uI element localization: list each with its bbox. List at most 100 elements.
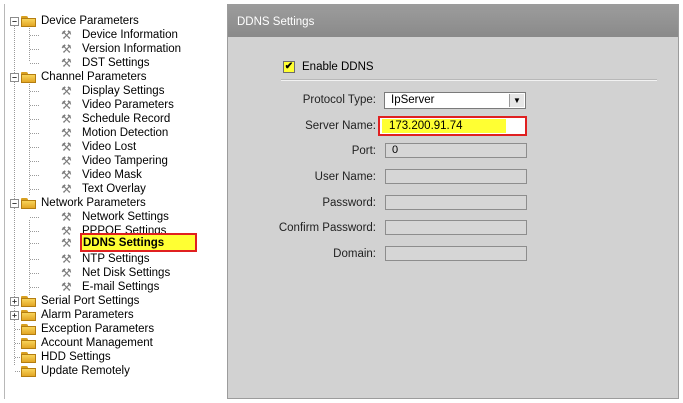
tree-item-motion-detection[interactable]: ⚒ Motion Detection — [5, 126, 215, 140]
tree-item-schedule-record[interactable]: ⚒ Schedule Record — [5, 112, 215, 126]
tree-label: Video Parameters — [82, 99, 174, 111]
tree-item-dst-settings[interactable]: ⚒ DST Settings — [5, 56, 215, 70]
tree-item-net-disk-settings[interactable]: ⚒ Net Disk Settings — [5, 266, 215, 280]
tree-item-ddns-settings[interactable]: ⚒ DDNS Settings — [5, 236, 215, 250]
tree-item-display-settings[interactable]: ⚒ Display Settings — [5, 84, 215, 98]
panel-title: DDNS Settings — [237, 16, 315, 28]
folder-icon — [21, 198, 36, 209]
expand-icon[interactable]: + — [10, 297, 19, 306]
folder-icon — [21, 310, 36, 321]
tree-item-video-parameters[interactable]: ⚒ Video Parameters — [5, 98, 215, 112]
tree-label: Channel Parameters — [41, 71, 147, 83]
folder-icon — [21, 338, 36, 349]
ddns-settings-panel: DDNS Settings ✔ Enable DDNS Protocol Typ… — [227, 4, 679, 399]
tree-item-device-information[interactable]: ⚒ Device Information — [5, 28, 215, 42]
enable-ddns-label: Enable DDNS — [302, 61, 374, 73]
port-input[interactable]: 0 — [385, 143, 527, 158]
tree-item-email-settings[interactable]: ⚒ E-mail Settings — [5, 280, 215, 294]
wrench-icon: ⚒ — [61, 140, 72, 154]
wrench-icon: ⚒ — [61, 168, 72, 182]
tree-item-video-mask[interactable]: ⚒ Video Mask — [5, 168, 215, 182]
tree-item-video-lost[interactable]: ⚒ Video Lost — [5, 140, 215, 154]
server-name-input[interactable]: 173.200.91.74 — [378, 116, 527, 136]
wrench-icon: ⚒ — [61, 42, 72, 56]
wrench-icon: ⚒ — [61, 28, 72, 42]
tree-label: E-mail Settings — [82, 281, 160, 293]
confirm-password-label: Confirm Password: — [278, 222, 376, 234]
collapse-icon[interactable]: − — [10, 199, 19, 208]
tree-node-network-parameters[interactable]: − Network Parameters — [5, 196, 215, 210]
tree-label: Network Settings — [82, 211, 169, 223]
tree-label: Update Remotely — [41, 365, 130, 377]
tree-item-ntp-settings[interactable]: ⚒ NTP Settings — [5, 252, 215, 266]
wrench-icon: ⚒ — [61, 266, 72, 280]
panel-header: DDNS Settings — [228, 5, 678, 37]
tree-node-exception-parameters[interactable]: Exception Parameters — [5, 322, 215, 336]
tree-node-channel-parameters[interactable]: − Channel Parameters — [5, 70, 215, 84]
expand-icon[interactable]: + — [10, 311, 19, 320]
wrench-icon: ⚒ — [61, 210, 72, 224]
tree-label: Net Disk Settings — [82, 267, 171, 279]
tree-label: Account Management — [41, 337, 153, 349]
tree-label: HDD Settings — [41, 351, 111, 363]
tree-label: Motion Detection — [82, 127, 169, 139]
tree-node-hdd-settings[interactable]: HDD Settings — [5, 350, 215, 364]
tree-item-video-tampering[interactable]: ⚒ Video Tampering — [5, 154, 215, 168]
enable-ddns-checkbox[interactable]: ✔ — [283, 61, 295, 73]
tree-label: Device Parameters — [41, 15, 139, 27]
tree-label: Version Information — [82, 43, 182, 55]
wrench-icon: ⚒ — [61, 56, 72, 70]
tree-label: Serial Port Settings — [41, 295, 140, 307]
tree-label: Device Information — [82, 29, 178, 41]
wrench-icon: ⚒ — [61, 182, 72, 196]
server-name-label: Server Name: — [305, 120, 376, 132]
wrench-icon: ⚒ — [61, 98, 72, 112]
user-name-input[interactable] — [385, 169, 527, 184]
folder-icon — [21, 16, 36, 27]
tree-item-network-settings[interactable]: ⚒ Network Settings — [5, 210, 215, 224]
tree-label: Text Overlay — [82, 183, 146, 195]
tree-node-update-remotely[interactable]: Update Remotely — [5, 364, 215, 378]
tree-label: NTP Settings — [82, 253, 150, 265]
tree-item-text-overlay[interactable]: ⚒ Text Overlay — [5, 182, 215, 196]
user-name-label: User Name: — [314, 171, 376, 183]
collapse-icon[interactable]: − — [10, 17, 19, 26]
tree-label: Video Mask — [82, 169, 142, 181]
dropdown-arrow-icon[interactable]: ▼ — [509, 94, 524, 107]
collapse-icon[interactable]: − — [10, 73, 19, 82]
folder-icon — [21, 324, 36, 335]
tree-item-version-information[interactable]: ⚒ Version Information — [5, 42, 215, 56]
tree-node-alarm-parameters[interactable]: + Alarm Parameters — [5, 308, 215, 322]
protocol-type-select[interactable]: IpServer ▼ — [384, 92, 526, 109]
divider — [281, 79, 657, 81]
wrench-icon: ⚒ — [61, 126, 72, 140]
tree-label: DDNS Settings — [83, 237, 165, 249]
port-label: Port: — [351, 145, 376, 157]
wrench-icon: ⚒ — [61, 84, 72, 98]
wrench-icon: ⚒ — [61, 154, 72, 168]
tree-node-device-parameters[interactable]: − Device Parameters — [5, 14, 215, 28]
tree-label: Video Lost — [82, 141, 137, 153]
domain-label: Domain: — [333, 248, 376, 260]
domain-input[interactable] — [385, 246, 527, 261]
password-label: Password: — [322, 197, 376, 209]
protocol-type-value: IpServer — [391, 94, 435, 106]
wrench-icon: ⚒ — [61, 280, 72, 294]
tree-label: Alarm Parameters — [41, 309, 134, 321]
tree-label: Schedule Record — [82, 113, 171, 125]
tree-node-serial-port-settings[interactable]: + Serial Port Settings — [5, 294, 215, 308]
folder-icon — [21, 366, 36, 377]
wrench-icon: ⚒ — [61, 236, 72, 250]
server-name-value: 173.200.91.74 — [389, 120, 463, 132]
tree-label: Display Settings — [82, 85, 165, 97]
tree-node-account-management[interactable]: Account Management — [5, 336, 215, 350]
password-input[interactable] — [385, 195, 527, 210]
checkmark-icon: ✔ — [284, 61, 294, 72]
tree-label: Video Tampering — [82, 155, 168, 167]
folder-icon — [21, 296, 36, 307]
tree-label: Network Parameters — [41, 197, 146, 209]
protocol-type-label: Protocol Type: — [302, 94, 376, 106]
wrench-icon: ⚒ — [61, 112, 72, 126]
confirm-password-input[interactable] — [385, 220, 527, 235]
folder-icon — [21, 72, 36, 83]
